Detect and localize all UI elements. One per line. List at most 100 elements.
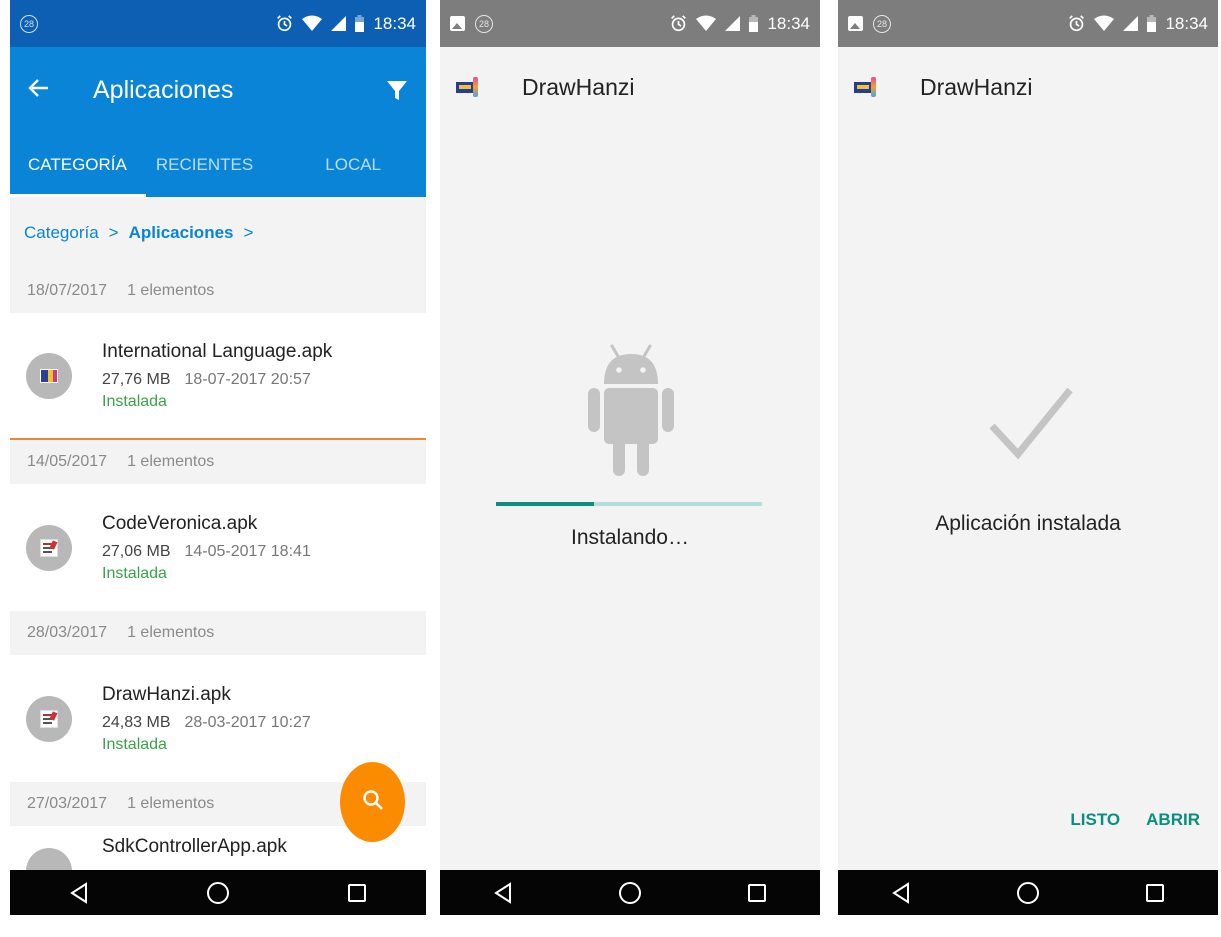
group-date: 14/05/2017	[27, 453, 108, 470]
checkmark-icon	[988, 386, 1074, 465]
nav-back-icon[interactable]	[493, 881, 513, 904]
notification-badge: 28	[20, 14, 38, 33]
breadcrumb-item-aplicaciones[interactable]: Aplicaciones	[129, 223, 234, 243]
wifi-icon	[696, 15, 717, 32]
signal-icon	[725, 16, 741, 31]
app-logo-icon	[854, 74, 878, 100]
signal-icon	[1123, 16, 1139, 31]
wifi-icon	[1094, 15, 1115, 32]
tab-local[interactable]: LOCAL	[263, 133, 426, 197]
file-size: 27,76 MB	[102, 370, 171, 388]
breadcrumb-item-categoria[interactable]: Categoría	[24, 223, 99, 243]
nav-home-icon[interactable]	[618, 881, 642, 905]
filter-icon[interactable]	[386, 79, 408, 101]
signal-icon	[331, 16, 347, 31]
alarm-icon	[1068, 15, 1085, 32]
nav-recents-icon[interactable]	[347, 883, 367, 903]
open-button[interactable]: ABRIR	[1146, 810, 1200, 830]
installer-progress-screen: 28 18:34 DrawHanzi Instalando…	[440, 0, 820, 915]
breadcrumb-separator: >	[108, 223, 119, 242]
app-bar: Aplicaciones CATEGORÍA RECIENTES LOCAL	[10, 47, 426, 197]
install-status: Instalada	[102, 735, 167, 753]
breadcrumb-separator: >	[243, 223, 254, 242]
group-count: 1 elementos	[127, 453, 215, 470]
file-name: SdkControllerApp.apk	[102, 836, 287, 857]
date-group-header: 14/05/2017 1 elementos	[10, 440, 426, 484]
clock: 18:34	[1165, 13, 1208, 33]
installer-done-screen: 28 18:34 DrawHanzi Aplicación instalada …	[838, 0, 1218, 915]
breadcrumb: Categoría > Aplicaciones >	[10, 197, 426, 269]
status-bar: 28 18:34	[440, 0, 820, 47]
install-status-text: Aplicación instalada	[935, 512, 1121, 535]
battery-icon	[1147, 15, 1157, 32]
nav-home-icon[interactable]	[206, 881, 230, 905]
android-robot-icon	[588, 342, 674, 481]
group-count: 1 elementos	[127, 624, 215, 641]
file-row[interactable]: International Language.apk 27,76 MB 18-0…	[10, 313, 426, 440]
alarm-icon	[670, 15, 687, 32]
wifi-icon	[302, 15, 323, 32]
apk-thumbnail	[26, 352, 72, 399]
date-group-header: 18/07/2017 1 elementos	[10, 269, 426, 313]
install-status: Instalada	[102, 392, 167, 410]
file-size: 27,06 MB	[102, 542, 171, 560]
navigation-bar	[838, 870, 1218, 915]
group-date: 27/03/2017	[27, 795, 108, 812]
apk-thumbnail	[26, 524, 72, 571]
image-notification-icon	[450, 16, 465, 31]
nav-recents-icon[interactable]	[747, 883, 767, 903]
file-name: DrawHanzi.apk	[102, 683, 231, 705]
image-notification-icon	[848, 16, 863, 31]
back-arrow-icon[interactable]	[28, 75, 58, 106]
nav-back-icon[interactable]	[891, 881, 911, 904]
file-size: 24,83 MB	[102, 713, 171, 731]
installer-header: DrawHanzi	[440, 47, 820, 127]
navigation-bar	[10, 870, 426, 915]
nav-back-icon[interactable]	[69, 881, 89, 904]
install-progress-fill	[496, 502, 595, 506]
clock: 18:34	[767, 13, 810, 33]
install-status: Instalada	[102, 564, 167, 582]
nav-recents-icon[interactable]	[1145, 883, 1165, 903]
group-date: 18/07/2017	[27, 282, 108, 299]
file-manager-screen: 28 18:34 Aplicaciones CATEGORÍA RECIENTE…	[10, 0, 426, 915]
clock: 18:34	[373, 13, 416, 33]
search-fab-button[interactable]	[340, 762, 405, 842]
file-date: 18-07-2017 20:57	[184, 370, 311, 388]
notification-badge: 28	[873, 14, 891, 33]
notification-badge: 28	[475, 14, 493, 33]
file-date: 28-03-2017 10:27	[184, 713, 311, 731]
app-name: DrawHanzi	[920, 73, 1033, 100]
date-group-header: 28/03/2017 1 elementos	[10, 611, 426, 655]
battery-icon	[749, 15, 759, 32]
status-bar: 28 18:34	[838, 0, 1218, 47]
file-name: CodeVeronica.apk	[102, 512, 258, 534]
file-name: International Language.apk	[102, 340, 333, 362]
navigation-bar	[440, 870, 820, 915]
app-logo-icon	[40, 368, 58, 383]
tab-bar: CATEGORÍA RECIENTES LOCAL	[10, 133, 426, 197]
done-button[interactable]: LISTO	[1070, 810, 1120, 830]
tab-categoria[interactable]: CATEGORÍA	[10, 133, 146, 197]
group-count: 1 elementos	[127, 795, 215, 812]
file-date: 14-05-2017 18:41	[184, 542, 311, 560]
install-progress-bar	[496, 502, 762, 506]
group-date: 28/03/2017	[27, 624, 108, 641]
alarm-icon	[276, 15, 293, 32]
battery-icon	[355, 15, 365, 32]
installer-header: DrawHanzi	[838, 47, 1218, 127]
apk-thumbnail	[26, 695, 72, 742]
file-row[interactable]: CodeVeronica.apk 27,06 MB 14-05-2017 18:…	[10, 484, 426, 611]
nav-home-icon[interactable]	[1016, 881, 1040, 905]
install-status-text: Instalando…	[571, 526, 689, 549]
page-title: Aplicaciones	[93, 75, 234, 104]
group-count: 1 elementos	[127, 282, 215, 299]
search-icon	[362, 789, 384, 816]
app-name: DrawHanzi	[522, 73, 635, 100]
status-bar: 28 18:34	[10, 0, 426, 47]
dialog-actions: LISTO ABRIR	[1070, 810, 1200, 830]
app-document-icon	[40, 709, 58, 728]
tab-recientes[interactable]: RECIENTES	[146, 133, 264, 197]
app-logo-icon	[456, 74, 480, 100]
app-document-icon	[40, 538, 58, 557]
